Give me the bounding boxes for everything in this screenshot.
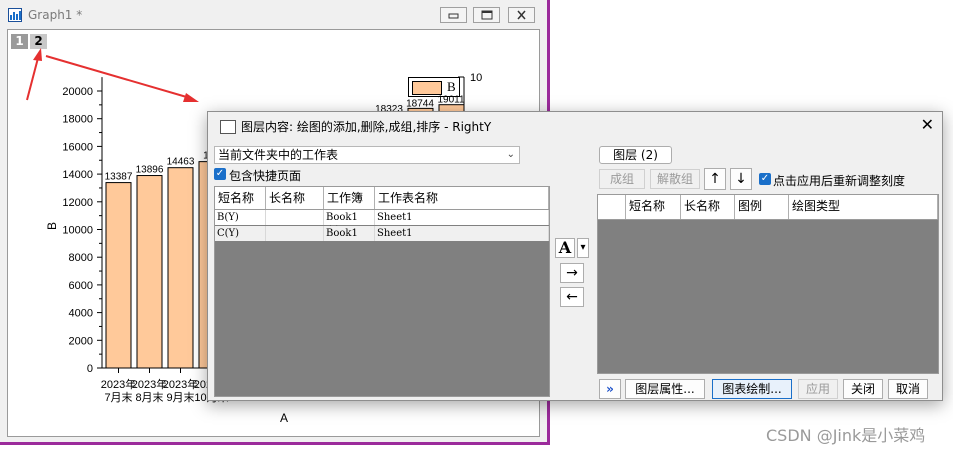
column-header[interactable]: 长名称 bbox=[266, 187, 324, 209]
column-header[interactable]: 长名称 bbox=[681, 195, 735, 219]
rescale-checkbox[interactable]: ✓ bbox=[759, 173, 771, 185]
data-label: 14463 bbox=[167, 157, 195, 168]
table-row[interactable]: B(Y) Book1 Sheet1 bbox=[215, 210, 549, 225]
data-label: 13896 bbox=[136, 165, 164, 176]
font-dropdown-button[interactable]: ▾ bbox=[577, 238, 589, 258]
worksheet-list[interactable]: 短名称 长名称 工作簿名 工作表名称 B(Y) Book1 Sheet1 C(Y… bbox=[214, 186, 550, 397]
dialog-title: 图层内容: 绘图的添加,删除,成组,排序 - RightY bbox=[241, 120, 492, 134]
group-button[interactable]: 成组 bbox=[599, 169, 645, 189]
y-tick-label: 2000 bbox=[69, 335, 93, 347]
annotation-arrowhead-1 bbox=[33, 48, 42, 61]
rescale-label: 点击应用后重新调整刻度 bbox=[773, 174, 906, 188]
worksheet-list-header: 短名称 长名称 工作簿名 工作表名称 bbox=[215, 187, 549, 227]
cell-long-name bbox=[266, 226, 324, 241]
x-tick-label-month: 7月末 bbox=[104, 390, 132, 404]
annotation-arrows bbox=[26, 48, 199, 102]
y-tick-label: 12000 bbox=[62, 197, 93, 209]
y-axis-label: B bbox=[45, 222, 59, 230]
data-label: 13387 bbox=[105, 172, 133, 183]
column-header[interactable]: 工作簿名 bbox=[324, 187, 375, 227]
table-row[interactable]: C(Y) Book1 Sheet1 bbox=[215, 226, 549, 241]
annotation-arrow-1 bbox=[26, 57, 39, 101]
y-tick-label: 10000 bbox=[62, 225, 93, 237]
chevron-down-icon: ⌄ bbox=[506, 149, 515, 160]
y-tick-label: 14000 bbox=[62, 169, 93, 181]
annotation-arrowhead-2 bbox=[183, 93, 199, 102]
column-header[interactable]: 短名称 bbox=[215, 187, 266, 209]
cell-book: Book1 bbox=[324, 210, 375, 225]
layer-plot-list[interactable]: 短名称 长名称 图例 绘图类型 bbox=[597, 194, 939, 374]
column-header[interactable]: 短名称 bbox=[626, 195, 681, 219]
column-header[interactable]: 绘图类型 bbox=[789, 195, 938, 219]
move-up-icon[interactable]: ↑ bbox=[704, 168, 726, 190]
cell-sheet: Sheet1 bbox=[375, 210, 549, 225]
cancel-button[interactable]: 取消 bbox=[888, 379, 928, 399]
y-tick-label: 16000 bbox=[62, 141, 93, 153]
partial-bar-label: 18744 bbox=[406, 98, 434, 109]
cell-long-name bbox=[266, 210, 324, 225]
apply-button[interactable]: 应用 bbox=[798, 379, 838, 399]
add-plot-button[interactable]: → bbox=[560, 263, 584, 283]
y-tick-label: 6000 bbox=[69, 280, 93, 292]
layer-contents-dialog: 图层内容: 绘图的添加,删除,成组,排序 - RightY ✕ 当前文件夹中的工… bbox=[207, 111, 943, 401]
bar bbox=[136, 175, 163, 369]
column-header[interactable]: 图例 bbox=[735, 195, 789, 219]
x-tick-label-month: 8月末 bbox=[135, 390, 163, 404]
bar bbox=[167, 167, 194, 369]
ungroup-button[interactable]: 解散组 bbox=[650, 169, 700, 189]
y-tick-label: 4000 bbox=[69, 308, 93, 320]
layer-plot-list-header: 短名称 长名称 图例 绘图类型 bbox=[598, 195, 938, 220]
x-tick-label-month: 9月末 bbox=[166, 390, 194, 404]
layer-properties-button[interactable]: 图层属性... bbox=[625, 379, 705, 399]
move-down-icon[interactable]: ↓ bbox=[730, 168, 752, 190]
expand-button[interactable]: » bbox=[599, 379, 621, 399]
bar bbox=[105, 182, 132, 369]
layer-tab[interactable]: 图层 (2) bbox=[599, 146, 672, 164]
font-a-button[interactable]: A bbox=[555, 238, 575, 258]
partial-bar-label: 19011 bbox=[437, 95, 465, 106]
source-combo-value: 当前文件夹中的工作表 bbox=[218, 148, 339, 162]
source-combo[interactable]: 当前文件夹中的工作表 ⌄ bbox=[214, 146, 520, 164]
remove-plot-button[interactable]: ← bbox=[560, 287, 584, 307]
y-tick-label: 8000 bbox=[69, 252, 93, 264]
cell-sheet: Sheet1 bbox=[375, 226, 549, 241]
right-axis-tick-label: 10 bbox=[470, 72, 482, 84]
watermark: CSDN @Jink是小菜鸡 bbox=[766, 426, 926, 445]
include-shortcuts-label: 包含快捷页面 bbox=[229, 169, 302, 183]
cell-short-name: C(Y) bbox=[215, 226, 266, 241]
close-button[interactable]: 关闭 bbox=[843, 379, 883, 399]
x-axis-label: A bbox=[280, 411, 288, 425]
dialog-icon bbox=[220, 120, 236, 134]
dialog-close-icon[interactable]: ✕ bbox=[921, 115, 934, 134]
cell-short-name: B(Y) bbox=[215, 210, 266, 225]
plot-setup-button[interactable]: 图表绘制... bbox=[712, 379, 792, 399]
column-header[interactable]: 工作表名称 bbox=[375, 187, 549, 209]
annotation-arrow-2 bbox=[45, 55, 191, 99]
column-header[interactable] bbox=[598, 195, 626, 219]
include-shortcuts-checkbox[interactable]: ✓ bbox=[214, 168, 226, 180]
cell-book: Book1 bbox=[324, 226, 375, 241]
y-tick-label: 0 bbox=[87, 363, 93, 375]
